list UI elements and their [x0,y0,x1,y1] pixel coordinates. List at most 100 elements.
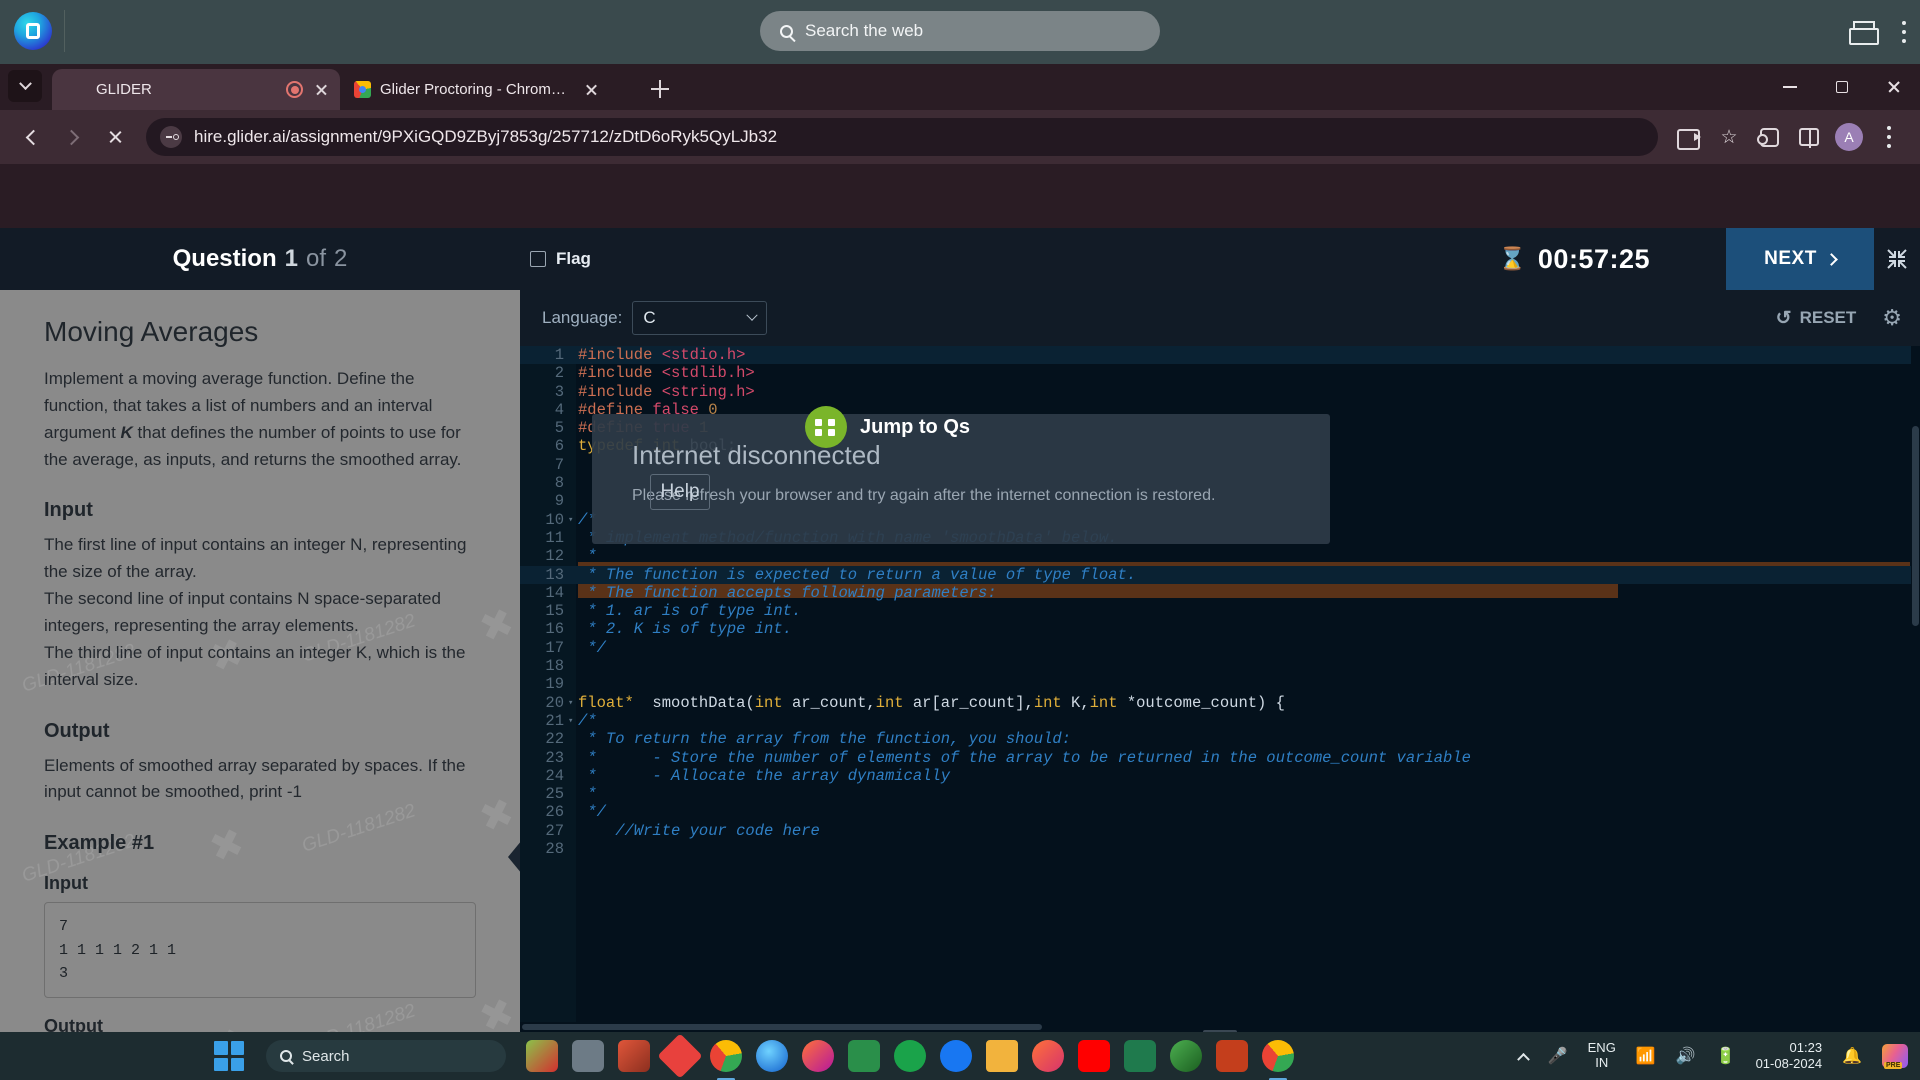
copilot-icon[interactable] [1882,1044,1908,1069]
jump-to-questions-button[interactable]: Jump to Qs [805,406,970,448]
taskbar-youtube-icon[interactable] [1078,1040,1110,1072]
taskbar-folder-icon[interactable] [986,1040,1018,1072]
chevron-right-icon [1824,252,1838,266]
cast-button[interactable] [1670,118,1708,156]
volume-icon[interactable]: 🔊 [1676,1046,1696,1066]
print-icon[interactable] [1849,21,1879,45]
next-button[interactable]: NEXT [1726,228,1874,290]
line-number: 2 [554,364,564,383]
taskbar-adobe-icon[interactable] [657,1033,703,1079]
code-line[interactable]: 13 * The function is expected to return … [520,565,1920,584]
fold-arrow-icon[interactable]: ▾ [568,712,573,730]
code-line[interactable]: 15 * 1. ar is of type int. [520,602,1920,620]
show-hidden-icons-icon[interactable] [1516,1052,1530,1066]
taskbar-file-explorer-icon[interactable] [572,1040,604,1072]
tab-glider-proctoring[interactable]: Glider Proctoring - Chrome Web [344,69,610,110]
line-number: 19 [545,675,564,694]
fold-arrow-icon[interactable]: ▾ [568,694,573,712]
line-number: 28 [545,840,564,859]
tab-glider[interactable]: GLIDER [52,69,340,110]
code-line[interactable]: 2 #include <stdlib.h> [520,364,1920,382]
web-search-box[interactable]: Search the web [760,11,1160,51]
code-line[interactable]: 20 ▾ float* smoothData(int ar_count,int ar… [520,694,1920,712]
more-options-icon[interactable] [1901,21,1906,43]
flag-question-control[interactable]: Flag [530,249,591,269]
checkbox-icon[interactable] [530,251,546,267]
code-line[interactable]: 17 */ [520,639,1920,657]
code-line[interactable]: 28 [520,840,1920,858]
taskbar-outlook-icon[interactable] [618,1040,650,1072]
taskbar-chrome-icon[interactable] [710,1040,742,1072]
taskbar-search[interactable]: Search [266,1040,506,1072]
code-line[interactable]: 22 * To return the array from the functi… [520,730,1920,748]
taskbar-facebook-icon[interactable] [940,1040,972,1072]
code-token: #include [578,364,662,383]
gear-icon[interactable]: ⚙ [1882,305,1902,331]
chrome-menu-button[interactable] [1870,118,1908,156]
battery-icon[interactable]: 🔋 [1716,1046,1736,1066]
taskbar-app-store-icon[interactable] [526,1040,558,1072]
forward-button[interactable] [54,118,92,156]
code-line[interactable]: 23 * - Store the number of elements of t… [520,749,1920,767]
chevron-down-icon [18,76,32,90]
back-button[interactable] [12,118,50,156]
tab-search-button[interactable] [8,70,42,102]
code-line[interactable]: 26 */ [520,803,1920,821]
code-text: #include <string.h> [578,383,755,401]
taskbar-app-icon[interactable] [1170,1040,1202,1072]
code-line[interactable]: 24 * - Allocate the array dynamically [520,767,1920,785]
taskbar-browser-icon[interactable] [1032,1040,1064,1072]
code-line[interactable]: 21 ▾ /* [520,712,1920,730]
line-number: 3 [554,382,564,401]
language-value: C [643,308,656,327]
code-line[interactable]: 27 //Write your code here [520,822,1920,840]
help-button[interactable]: Help [650,474,710,510]
profile-button[interactable]: A [1830,118,1868,156]
clock[interactable]: 01:23 01-08-2024 [1756,1040,1823,1071]
address-bar[interactable]: hire.glider.ai/assignment/9PXiGQD9ZByj78… [146,118,1658,156]
wifi-icon[interactable]: 📶 [1636,1046,1656,1066]
collapse-fullscreen-button[interactable] [1874,228,1920,290]
window-controls [1764,64,1920,110]
scrollbar-thumb[interactable] [1912,426,1919,626]
taskbar-spotify-icon[interactable] [894,1040,926,1072]
stop-loading-button[interactable] [96,118,134,156]
microphone-icon[interactable]: 🎤 [1548,1046,1568,1066]
close-icon[interactable] [582,81,600,99]
maximize-button[interactable] [1816,64,1868,110]
language-select[interactable]: C [632,301,768,335]
taskbar-chrome-active-icon[interactable] [1262,1040,1294,1072]
close-icon[interactable] [312,81,330,99]
code-line[interactable]: 18 [520,657,1920,675]
code-line[interactable]: 12 * [520,547,1920,565]
taskbar-excel-icon[interactable] [848,1040,880,1072]
line-number: 25 [545,785,564,804]
taskbar-wps-icon[interactable] [1124,1040,1156,1072]
editor-vertical-scrollbar[interactable] [1911,346,1920,1032]
split-view-button[interactable] [1790,118,1828,156]
new-tab-button[interactable] [648,77,672,101]
taskbar-firefox-icon[interactable] [802,1040,834,1072]
notifications-bell-icon[interactable]: 🔔 [1842,1046,1862,1066]
start-button[interactable] [214,1041,244,1071]
code-line[interactable]: 19 [520,675,1920,693]
bookmark-button[interactable]: ☆ [1710,118,1748,156]
code-line[interactable]: 25 * [520,785,1920,803]
taskbar-powerpoint-icon[interactable] [1216,1040,1248,1072]
minimize-button[interactable] [1764,64,1816,110]
fold-arrow-icon[interactable]: ▾ [568,511,573,529]
code-token: */ [578,638,606,657]
code-line[interactable]: 14 * The function accepts following para… [520,584,1920,602]
system-tray: 🎤 ENG IN 📶 🔊 🔋 01:23 01-08-2024 🔔 [1516,1032,1908,1080]
close-window-button[interactable] [1868,64,1920,110]
input-language[interactable]: ENG IN [1588,1041,1616,1070]
code-line[interactable]: 3 #include <string.h> [520,383,1920,401]
reset-button[interactable]: ↺ RESET [1776,307,1857,330]
extensions-button[interactable] [1750,118,1788,156]
code-line[interactable]: 16 * 2. K is of type int. [520,620,1920,638]
scrollbar-thumb[interactable] [522,1024,1042,1030]
site-info-icon[interactable] [160,126,182,148]
code-line[interactable]: 1 #include <stdio.h> [520,346,1920,365]
opera-logo-icon[interactable] [14,12,52,50]
taskbar-edge-icon[interactable] [756,1040,788,1072]
